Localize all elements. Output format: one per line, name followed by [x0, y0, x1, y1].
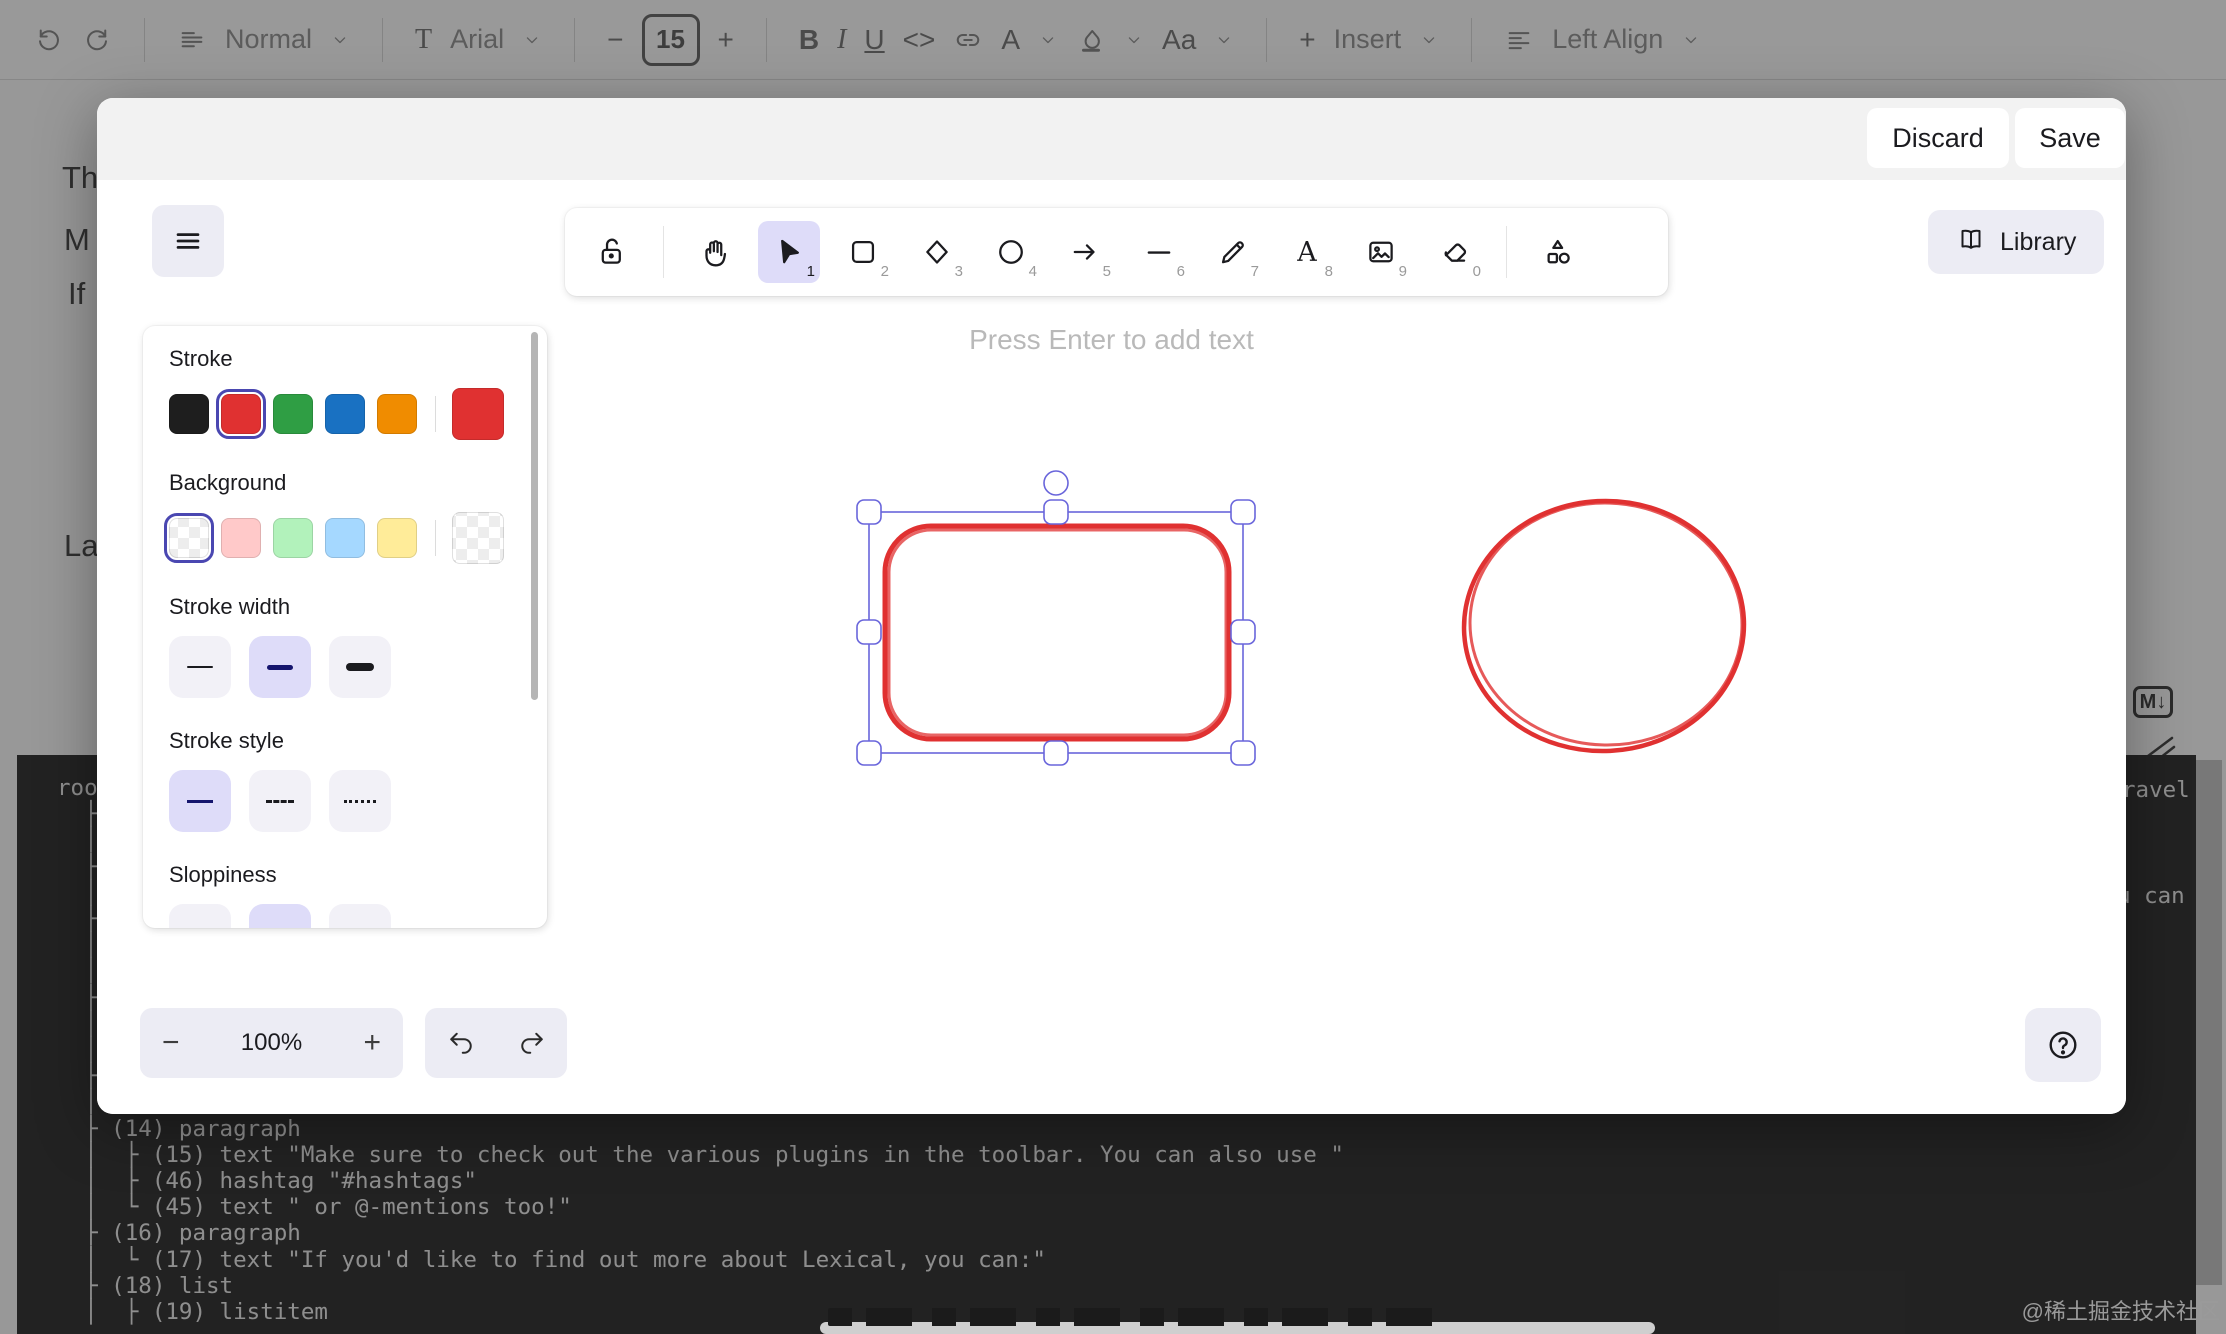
tool-rectangle[interactable]: 2: [832, 221, 894, 283]
sloppiness-row: [169, 904, 547, 928]
stroke-style-row: [169, 770, 547, 832]
swatch-divider: [435, 396, 436, 432]
rotate-handle[interactable]: [1044, 471, 1068, 495]
discard-button[interactable]: Discard: [1867, 108, 2009, 168]
stroke-style-dashed-button[interactable]: [249, 770, 311, 832]
tool-shortcut: 3: [955, 263, 963, 280]
tool-shortcut: 7: [1251, 263, 1259, 280]
stroke-color-row: [169, 388, 547, 440]
main-menu-button[interactable]: [152, 205, 224, 277]
selection-outline: [857, 471, 1255, 765]
stroke-width-bold-button[interactable]: [249, 636, 311, 698]
background-color-row: [169, 512, 547, 564]
tool-shortcut: 5: [1103, 263, 1111, 280]
tool-shortcut: 8: [1325, 263, 1333, 280]
sloppiness-cartoonist-button[interactable]: [329, 904, 391, 928]
stroke-width-thin-button[interactable]: [169, 636, 231, 698]
tool-shortcut: 0: [1473, 263, 1481, 280]
book-icon: [1956, 224, 1986, 261]
tool-image[interactable]: 9: [1350, 221, 1412, 283]
svg-text:A: A: [1296, 237, 1317, 268]
undo-button[interactable]: [446, 1028, 476, 1058]
tool-selection[interactable]: 1: [758, 221, 820, 283]
stroke-width-label: Stroke width: [169, 594, 547, 620]
properties-panel: Stroke Background Stroke width Stroke st…: [143, 326, 547, 928]
drawing-editor-modal: Discard Save: [97, 98, 2126, 1114]
toolbar-divider: [1506, 226, 1507, 278]
stroke-swatch-1[interactable]: [221, 394, 261, 434]
stroke-label: Stroke: [169, 346, 547, 372]
stroke-style-label: Stroke style: [169, 728, 547, 754]
stroke-swatch-3[interactable]: [325, 394, 365, 434]
selected-rectangle-shape[interactable]: [885, 526, 1229, 739]
stroke-width-row: [169, 636, 547, 698]
resize-handles[interactable]: [857, 500, 1255, 765]
tool-arrow[interactable]: 5: [1054, 221, 1116, 283]
tool-shortcut: 2: [881, 263, 889, 280]
tool-draw[interactable]: 7: [1202, 221, 1264, 283]
sloppiness-artist-button[interactable]: [249, 904, 311, 928]
stroke-swatch-4[interactable]: [377, 394, 417, 434]
help-button[interactable]: [2025, 1008, 2101, 1082]
stroke-width-extrabold-button[interactable]: [329, 636, 391, 698]
tool-ellipse[interactable]: 4: [980, 221, 1042, 283]
zoom-level[interactable]: 100%: [241, 1029, 302, 1057]
panel-scrollbar[interactable]: [531, 332, 538, 700]
zoom-out-button[interactable]: −: [162, 1026, 180, 1060]
library-label: Library: [2000, 228, 2076, 257]
stroke-style-solid-button[interactable]: [169, 770, 231, 832]
tool-diamond[interactable]: 3: [906, 221, 968, 283]
tool-shortcut: 6: [1177, 263, 1185, 280]
draw-toolbar: 1 2 3 4 5 6 7 A8 9 0: [565, 208, 1668, 296]
tool-shortcut: 9: [1399, 263, 1407, 280]
clipped-text-fragments: [828, 1308, 1440, 1326]
background-swatch-0[interactable]: [169, 518, 209, 558]
tool-shapes[interactable]: [1527, 221, 1589, 283]
background-swatch-2[interactable]: [273, 518, 313, 558]
toolbar-divider: [663, 226, 664, 278]
tool-hand[interactable]: [684, 221, 746, 283]
zoom-in-button[interactable]: +: [363, 1026, 381, 1060]
tool-shortcut: 4: [1029, 263, 1037, 280]
background-active-swatch[interactable]: [452, 512, 504, 564]
zoom-controls: − 100% +: [140, 1008, 403, 1078]
save-button[interactable]: Save: [2015, 108, 2125, 168]
tool-shortcut: 1: [807, 263, 815, 280]
background-label: Background: [169, 470, 547, 496]
stroke-active-swatch[interactable]: [452, 388, 504, 440]
watermark: @稀土掘金技术社区: [2022, 1294, 2220, 1326]
stroke-swatch-2[interactable]: [273, 394, 313, 434]
tool-line[interactable]: 6: [1128, 221, 1190, 283]
background-swatch-1[interactable]: [221, 518, 261, 558]
sloppiness-label: Sloppiness: [169, 862, 547, 888]
drawing-canvas[interactable]: 1234567A890 Library Press Enter to add t…: [97, 180, 2126, 1114]
stroke-style-dotted-button[interactable]: [329, 770, 391, 832]
library-button[interactable]: Library: [1928, 210, 2104, 274]
undo-redo-controls: [425, 1008, 567, 1078]
stroke-swatch-0[interactable]: [169, 394, 209, 434]
redo-button[interactable]: [517, 1028, 547, 1058]
tool-lock[interactable]: [581, 221, 643, 283]
ellipse-shape[interactable]: [1458, 494, 1751, 758]
swatch-divider: [435, 520, 436, 556]
background-swatch-4[interactable]: [377, 518, 417, 558]
background-swatch-3[interactable]: [325, 518, 365, 558]
sloppiness-architect-button[interactable]: [169, 904, 231, 928]
tool-text[interactable]: A8: [1276, 221, 1338, 283]
modal-header: [97, 98, 2126, 180]
tool-eraser[interactable]: 0: [1424, 221, 1486, 283]
